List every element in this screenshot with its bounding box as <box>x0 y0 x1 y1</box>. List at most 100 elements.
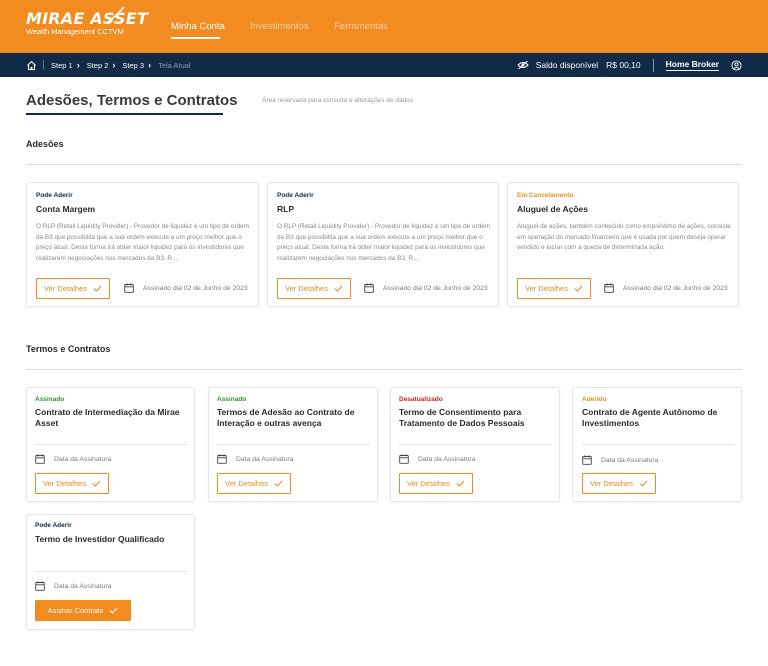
card-divider <box>399 444 552 445</box>
breadcrumb-step-3[interactable]: Step 3 › <box>122 60 151 70</box>
ver-detalhes-button[interactable]: Ver Detalhes <box>217 473 291 494</box>
nav-minha-conta[interactable]: Minha Conta <box>171 21 225 32</box>
calendar-icon <box>217 454 227 464</box>
button-label: Ver Detalhes <box>590 479 633 488</box>
page-subtitle: Área reservada para consulta e alteraçõe… <box>262 97 414 104</box>
signed-date: Assinado dia 02 de Junho de 2023 <box>364 283 488 293</box>
check-icon <box>274 480 283 487</box>
button-label: Assinar Contrato <box>47 606 104 615</box>
signed-date: Assinado dia 02 de Junho de 2023 <box>604 283 728 293</box>
page-title: Adesões, Termos e Contratos <box>26 92 238 109</box>
card-title: Contrato de Intermediação da Mirae Asset <box>35 407 180 428</box>
status-badge: Assinado <box>35 396 65 403</box>
signature-date-text: Data da Assinatura <box>54 455 112 463</box>
button-label: Ver Detalhes <box>225 479 268 488</box>
calendar-icon <box>582 455 592 465</box>
card-divider <box>217 444 370 445</box>
status-badge: Pode Aderir <box>35 522 72 529</box>
ver-detalhes-button[interactable]: Ver Detalhes <box>582 473 656 494</box>
status-badge: Assinado <box>217 396 247 403</box>
section-divider <box>26 164 742 165</box>
button-label: Ver Detalhes <box>525 284 568 293</box>
adesao-card-conta-margem: Pode Aderir Conta Margem O RLP (Retail L… <box>26 182 259 307</box>
signature-date-text: Data da Assinatura <box>54 582 112 590</box>
logo[interactable]: MIRAE ASSET Wealth Management CCTVM <box>26 6 148 36</box>
signature-date: Data da Assinatura <box>399 454 475 464</box>
calendar-icon <box>399 454 409 464</box>
chevron-right-icon: › <box>76 60 80 70</box>
balance-label: Saldo disponível <box>535 60 599 70</box>
breadcrumb-step-label: Step 1 <box>51 60 73 70</box>
balance-value: R$ 00,10 <box>606 60 641 70</box>
breadcrumb-bar: Step 1 › Step 2 › Step 3 › Tela Atual Saldo… <box>0 53 768 77</box>
logo-text: MIRAE ASSET <box>26 9 148 28</box>
breadcrumb-step-2[interactable]: Step 2 › <box>87 60 116 70</box>
termo-card-dados-pessoais: Desatualizado Termo de Consentimento par… <box>390 387 560 502</box>
check-icon <box>109 607 118 614</box>
signature-date: Data da Assinatura <box>582 455 658 465</box>
chevron-right-icon: › <box>148 60 152 70</box>
breadcrumb-step-1[interactable]: Step 1 › <box>51 60 80 70</box>
ver-detalhes-button[interactable]: Ver Detalhes <box>277 278 351 299</box>
card-divider <box>582 444 734 445</box>
hide-balance-icon[interactable] <box>517 60 529 70</box>
signed-date: Assinado dia 02 de Junho de 2023 <box>124 283 248 293</box>
calendar-icon <box>35 581 45 591</box>
adesao-card-aluguel-acoes: Em Cancelamento Aluguel de Ações Aluguel… <box>507 182 739 307</box>
signed-date-text: Assinado dia 02 de Junho de 2023 <box>383 284 488 292</box>
check-icon <box>93 285 102 292</box>
check-icon <box>92 480 101 487</box>
check-icon <box>574 285 583 292</box>
check-icon <box>639 480 648 487</box>
breadcrumb-current: Tela Atual <box>158 60 191 70</box>
termo-card-adesao-interacao: Assinado Termos de Adesão ao Contrato de… <box>208 387 378 502</box>
card-description: Aluguel de ações, também conhecido como … <box>517 223 731 252</box>
ver-detalhes-button[interactable]: Ver Detalhes <box>35 473 109 494</box>
card-title: Contrato de Agente Autônomo de Investime… <box>582 407 718 428</box>
assinar-contrato-button[interactable]: Assinar Contrato <box>35 600 131 621</box>
signature-date-text: Data da Assinatura <box>601 456 659 464</box>
signature-date: Data da Assinatura <box>35 454 111 464</box>
status-badge: Pode Aderir <box>36 192 73 199</box>
logo-subtitle: Wealth Management CCTVM <box>26 27 124 36</box>
card-title: Termo de Investidor Qualificado <box>35 534 165 544</box>
ver-detalhes-button[interactable]: Ver Detalhes <box>399 473 473 494</box>
user-icon[interactable] <box>731 59 742 71</box>
status-badge: Desatualizado <box>399 396 443 403</box>
button-label: Ver Detalhes <box>407 479 450 488</box>
card-title: Conta Margem <box>36 204 96 214</box>
home-broker-link[interactable]: Home Broker <box>665 59 719 71</box>
card-title: Aluguel de Ações <box>517 204 589 214</box>
ver-detalhes-button[interactable]: Ver Detalhes <box>517 278 591 299</box>
calendar-icon <box>364 283 374 293</box>
button-label: Ver Detalhes <box>285 284 328 293</box>
card-divider <box>35 571 187 572</box>
status-badge: Pode Aderir <box>277 192 314 199</box>
calendar-icon <box>124 283 134 293</box>
card-title: Termos de Adesão ao Contrato de Interaçã… <box>217 407 355 428</box>
termo-card-intermediacao: Assinado Contrato de Intermediação da Mi… <box>26 387 195 502</box>
nav-investimentos[interactable]: Investimentos <box>250 21 309 32</box>
toolbar-divider <box>652 58 654 72</box>
ver-detalhes-button[interactable]: Ver Detalhes <box>36 278 110 299</box>
section-title-adesoes: Adesões <box>26 139 64 149</box>
breadcrumb-step-label: Step 3 <box>122 60 145 70</box>
home-icon[interactable] <box>26 60 37 71</box>
card-divider <box>35 444 187 445</box>
logo-swoosh-icon <box>107 6 125 23</box>
signature-date: Data da Assinatura <box>217 454 293 464</box>
card-description: O RLP (Retail Liquidity Provider) - Prov… <box>277 223 491 262</box>
button-label: Ver Detalhes <box>44 284 87 293</box>
page-title-underline <box>26 113 223 115</box>
breadcrumb-divider <box>43 60 44 70</box>
signature-date-text: Data da Assinatura <box>418 455 476 463</box>
nav-active-indicator <box>171 37 220 39</box>
card-title: RLP <box>277 204 294 214</box>
status-badge: Em Cancelamento <box>517 192 574 199</box>
check-icon <box>456 480 465 487</box>
calendar-icon <box>35 454 45 464</box>
nav-ferramentas[interactable]: Ferramentas <box>334 21 388 32</box>
calendar-icon <box>604 283 614 293</box>
check-icon <box>334 285 343 292</box>
signature-date: Data da Assinatura <box>35 581 111 591</box>
